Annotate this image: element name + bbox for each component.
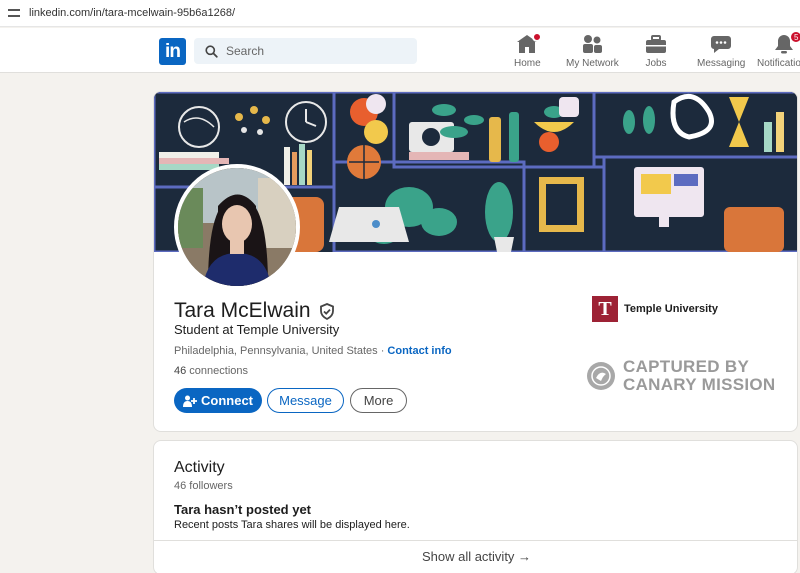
- add-person-icon: [183, 395, 197, 407]
- message-button[interactable]: Message: [267, 388, 344, 413]
- location-separator: ·: [377, 345, 388, 357]
- nav-home[interactable]: Home: [514, 32, 543, 70]
- browser-url-bar[interactable]: linkedin.com/in/tara-mcelwain-95b6a1268/: [0, 0, 800, 27]
- nav-my-network[interactable]: My Network: [566, 34, 619, 70]
- notifications-badge: 5: [790, 31, 800, 43]
- school-name: Temple University: [624, 303, 718, 315]
- temple-university-logo: T: [592, 296, 618, 322]
- activity-empty-title: Tara hasn’t posted yet: [174, 502, 312, 517]
- top-nav: in Home My Network Jobs Messaging 5 No: [0, 28, 800, 73]
- watermark-line2: CANARY MISSION: [623, 375, 776, 394]
- profile-photo[interactable]: [174, 164, 300, 290]
- activity-followers: 46 followers: [174, 480, 233, 492]
- connect-button-label: Connect: [201, 393, 253, 408]
- activity-empty-subtitle: Recent posts Tara shares will be display…: [174, 519, 410, 531]
- briefcase-icon: [645, 34, 667, 54]
- connections-count: 46: [174, 365, 187, 377]
- education-link[interactable]: T Temple University: [592, 296, 718, 322]
- watermark-line1: CAPTURED BY: [623, 357, 750, 376]
- nav-jobs-label: Jobs: [645, 58, 667, 69]
- search-icon: [205, 44, 218, 58]
- activity-divider: [154, 540, 797, 541]
- show-all-activity-link[interactable]: Show all activity →: [154, 549, 797, 564]
- profile-photo-image: [178, 168, 296, 286]
- nav-notifications-label: Notifications: [757, 58, 800, 69]
- canary-mission-logo-icon: [587, 362, 615, 390]
- contact-info-link[interactable]: Contact info: [387, 345, 451, 357]
- search-box[interactable]: [194, 38, 417, 64]
- nav-messaging-label: Messaging: [697, 58, 746, 69]
- profile-name: Tara McElwain: [174, 299, 311, 322]
- profile-headline: Student at Temple University: [174, 322, 340, 337]
- activity-title: Activity: [174, 459, 225, 476]
- profile-location: Philadelphia, Pennsylvania, United State…: [174, 345, 378, 357]
- canary-mission-watermark: CAPTURED BY CANARY MISSION: [586, 358, 776, 394]
- search-input[interactable]: [226, 44, 396, 58]
- chat-icon: [710, 34, 732, 54]
- home-icon: [516, 32, 543, 54]
- url-text[interactable]: linkedin.com/in/tara-mcelwain-95b6a1268/: [29, 7, 235, 19]
- more-button[interactable]: More: [350, 388, 407, 413]
- nav-jobs[interactable]: Jobs: [645, 34, 667, 70]
- activity-card: Activity 46 followers Tara hasn’t posted…: [153, 440, 798, 573]
- nav-home-label: Home: [514, 58, 541, 69]
- home-notification-dot: [532, 32, 543, 42]
- connections-label: connections: [186, 365, 249, 377]
- verified-shield-icon[interactable]: [319, 302, 335, 320]
- profile-card: Tara McElwain Student at Temple Universi…: [153, 91, 798, 432]
- nav-my-network-label: My Network: [566, 58, 619, 69]
- name-row: Tara McElwain: [174, 299, 335, 323]
- profile-location-row: Philadelphia, Pennsylvania, United State…: [174, 345, 452, 357]
- bell-icon: 5: [773, 31, 800, 54]
- people-icon: [581, 34, 603, 54]
- site-settings-icon[interactable]: [7, 7, 21, 19]
- connections[interactable]: 46 connections: [174, 365, 248, 377]
- linkedin-logo[interactable]: in: [159, 38, 186, 65]
- nav-notifications[interactable]: 5 Notifications: [757, 31, 800, 70]
- connect-button[interactable]: Connect: [174, 388, 262, 413]
- nav-messaging[interactable]: Messaging: [697, 34, 745, 70]
